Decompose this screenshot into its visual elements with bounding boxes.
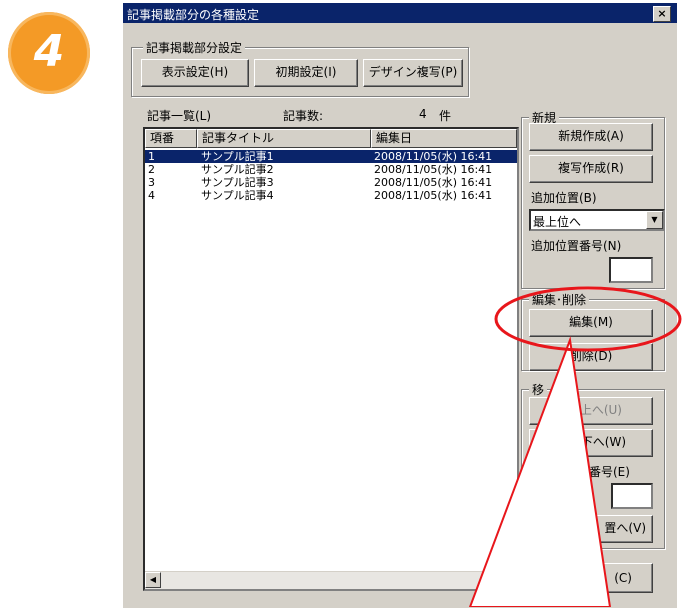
display-settings-button[interactable]: 表示設定(H) (141, 59, 249, 87)
add-position-number-label: 追加位置番号(N) (531, 239, 622, 253)
column-header-title[interactable]: 記事タイトル (197, 129, 371, 148)
settings-group-label: 記事掲載部分設定 (143, 39, 246, 56)
create-new-button[interactable]: 新規作成(A) (529, 123, 653, 151)
edit-button[interactable]: 編集(M) (529, 309, 653, 337)
edit-delete-group-label: 編集･削除 (529, 291, 590, 308)
close-icon[interactable]: × (653, 6, 671, 22)
table-row[interactable]: 4 サンプル記事4 2008/11/05(水) 16:41 (145, 189, 517, 202)
table-row[interactable]: 2 サンプル記事2 2008/11/05(水) 16:41 (145, 163, 517, 176)
article-count-value: 4 (419, 107, 427, 121)
delete-button[interactable]: 削除(D) (529, 343, 653, 371)
chevron-down-icon[interactable]: ▼ (646, 211, 663, 229)
move-down-label: 下へ(W) (580, 435, 626, 449)
article-list[interactable]: 項番 記事タイトル 編集日 1 サンプル記事1 2008/11/05(水) 16… (143, 127, 519, 591)
article-count-unit: 件 (439, 109, 452, 123)
column-header-date[interactable]: 編集日 (371, 129, 517, 148)
move-up-button[interactable]: 上へ(U) (529, 397, 653, 425)
copy-design-button[interactable]: デザイン複写(P) (363, 59, 463, 87)
add-position-label: 追加位置(B) (531, 191, 597, 205)
article-list-label: 記事一覧(L) (147, 109, 212, 123)
scroll-left-icon[interactable]: ◀ (145, 572, 161, 588)
column-header-number[interactable]: 項番 (145, 129, 197, 148)
article-count-label: 記事数: (283, 109, 324, 123)
step-number: 4 (33, 26, 65, 77)
horizontal-scrollbar[interactable]: ◀ (145, 571, 517, 589)
move-down-button[interactable]: 下へ(W) (529, 429, 653, 457)
close-button-label: (C) (614, 571, 632, 585)
add-position-value: 最上位へ (533, 215, 582, 229)
dialog-title: 記事掲載部分の各種設定 (127, 8, 260, 22)
row-date: 2008/11/05(水) 16:41 (374, 150, 493, 163)
table-row[interactable]: 1 サンプル記事1 2008/11/05(水) 16:41 (145, 150, 517, 163)
add-position-number-field[interactable] (609, 257, 653, 283)
move-up-label: 上へ(U) (579, 403, 622, 417)
row-date: 2008/11/05(水) 16:41 (374, 189, 493, 202)
table-row[interactable]: 3 サンプル記事3 2008/11/05(水) 16:41 (145, 176, 517, 189)
title-bar: 記事掲載部分の各種設定 × (123, 3, 677, 23)
move-number-label: 番号(E) (589, 465, 630, 479)
move-group-label: 移 (529, 381, 548, 398)
copy-create-button[interactable]: 複写作成(R) (529, 155, 653, 183)
initial-settings-button[interactable]: 初期設定(I) (254, 59, 358, 87)
move-number-field[interactable] (611, 483, 653, 509)
row-number: 1 (148, 150, 155, 163)
row-title: サンプル記事3 (201, 176, 274, 189)
close-button[interactable]: (C) (521, 563, 653, 593)
row-number: 4 (148, 189, 155, 202)
row-number: 2 (148, 163, 155, 176)
row-number: 3 (148, 176, 155, 189)
row-date: 2008/11/05(水) 16:41 (374, 176, 493, 189)
step-number-badge: 4 (8, 12, 90, 94)
row-date: 2008/11/05(水) 16:41 (374, 163, 493, 176)
move-to-position-button[interactable]: 置へ(V) (529, 515, 653, 543)
add-position-select[interactable]: 最上位へ ▼ (529, 209, 665, 231)
move-to-position-label: 置へ(V) (604, 521, 646, 535)
row-title: サンプル記事2 (201, 163, 274, 176)
row-title: サンプル記事4 (201, 189, 274, 202)
row-title: サンプル記事1 (201, 150, 274, 163)
settings-dialog: 記事掲載部分の各種設定 × 記事掲載部分設定 表示設定(H) 初期設定(I) デ… (122, 2, 677, 608)
